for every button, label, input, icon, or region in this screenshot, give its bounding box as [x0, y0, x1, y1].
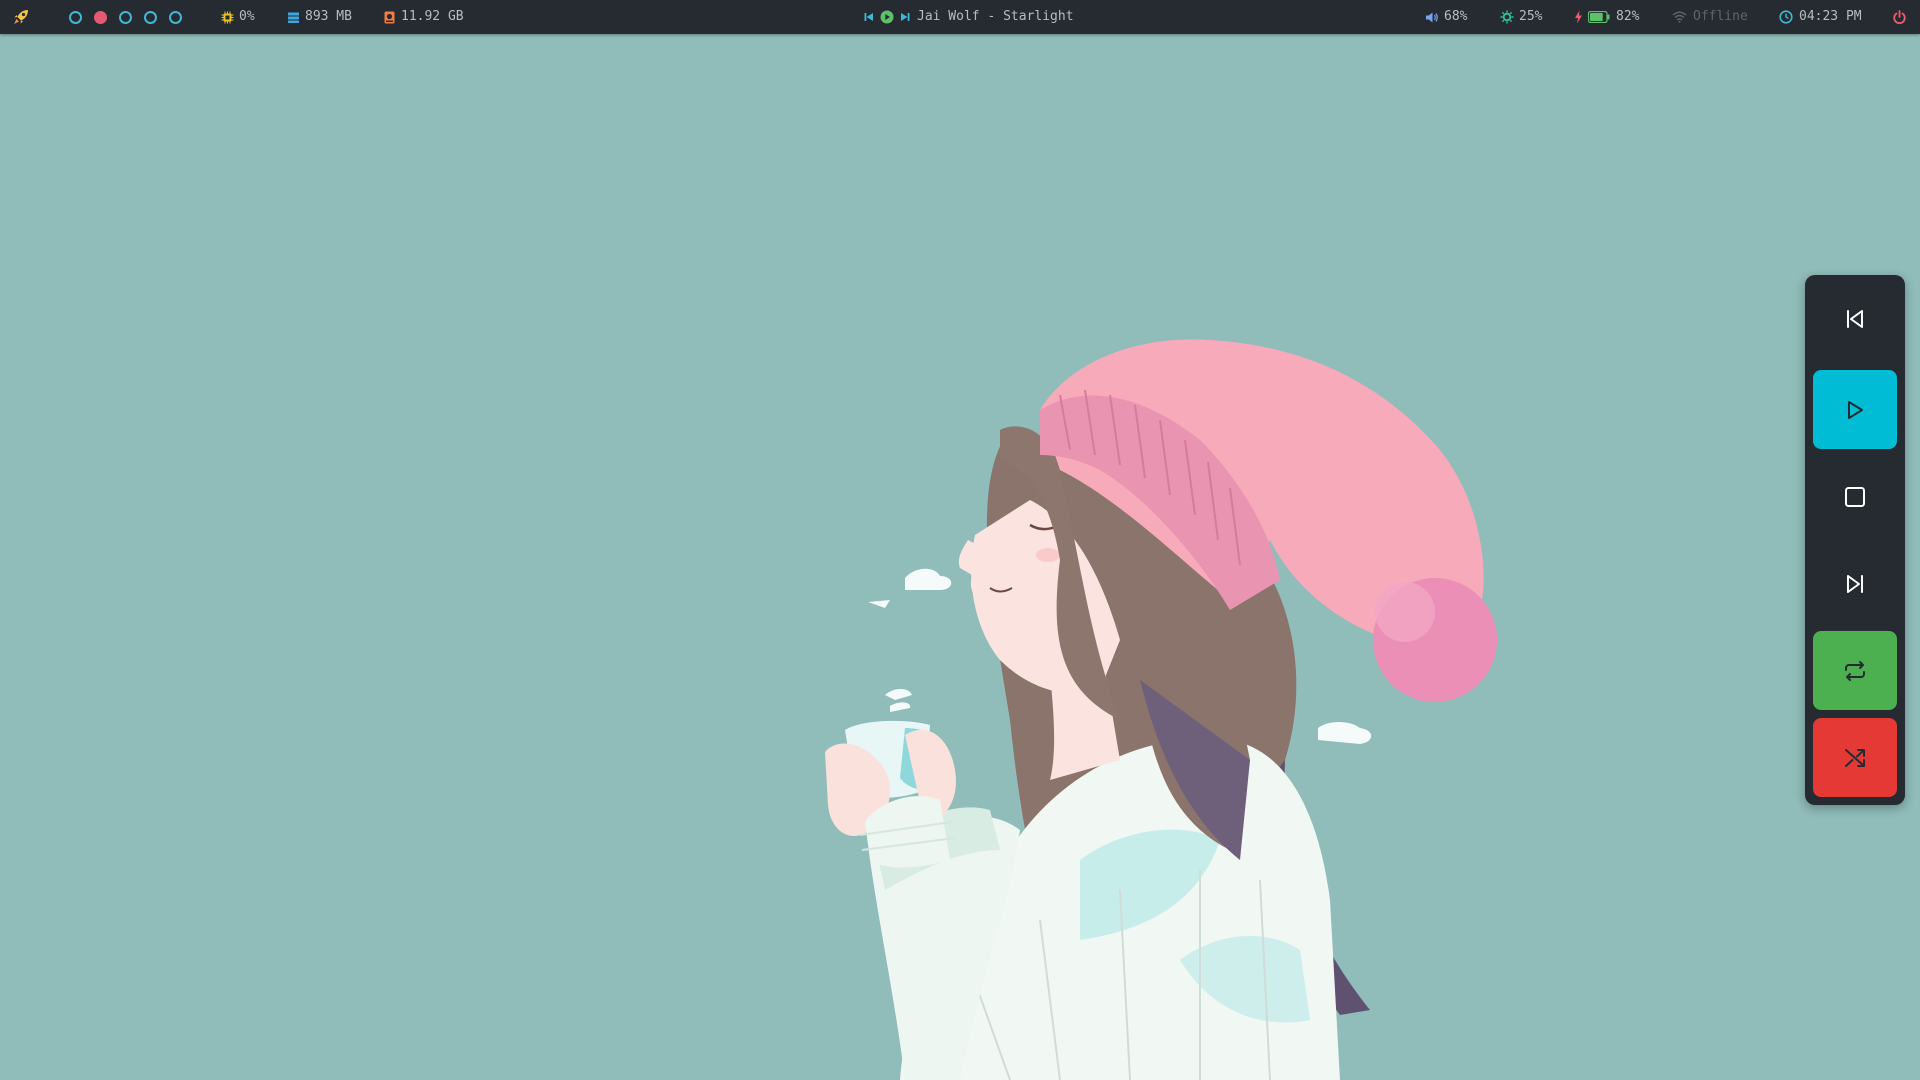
skip-next-icon — [1844, 573, 1866, 595]
workspace-3[interactable] — [119, 10, 132, 24]
play-button[interactable] — [1813, 370, 1897, 449]
rocket-icon — [12, 8, 30, 26]
power-button[interactable] — [1892, 0, 1907, 34]
network-module[interactable]: Offline — [1672, 0, 1748, 34]
previous-button[interactable] — [1813, 279, 1897, 358]
volume-value: 68% — [1444, 9, 1468, 24]
repeat-button[interactable] — [1813, 631, 1897, 710]
memory-icon — [287, 11, 300, 24]
skip-previous-icon — [1844, 308, 1866, 330]
clock-time: 04:23 PM — [1799, 9, 1862, 24]
disk-module[interactable]: 11.92 GB — [383, 0, 464, 34]
cpu-icon — [221, 11, 234, 24]
track-title[interactable]: Jai Wolf - Starlight — [917, 0, 1074, 34]
top-bar: 0% 893 MB 11.92 GB Jai Wolf - Starlight … — [0, 0, 1920, 34]
workspace-4[interactable] — [144, 10, 157, 24]
battery-icon — [1588, 11, 1610, 23]
battery-module[interactable]: 82% — [1574, 0, 1639, 34]
brightness-value: 25% — [1519, 9, 1543, 24]
previous-icon[interactable] — [864, 12, 874, 22]
brightness-icon — [1500, 10, 1514, 24]
clock-icon — [1779, 10, 1793, 24]
shuffle-icon — [1843, 746, 1867, 770]
workspace-1[interactable] — [69, 10, 82, 24]
stop-icon — [1844, 486, 1866, 508]
repeat-icon — [1843, 659, 1867, 683]
brightness-module[interactable]: 25% — [1500, 0, 1542, 34]
launcher-button[interactable] — [12, 0, 30, 34]
wifi-icon — [1672, 11, 1687, 23]
memory-module[interactable]: 893 MB — [287, 0, 352, 34]
disk-value: 11.92 GB — [401, 9, 464, 24]
workspace-5[interactable] — [169, 10, 182, 24]
charging-icon — [1574, 10, 1583, 24]
volume-icon — [1425, 11, 1439, 24]
play-icon[interactable] — [880, 10, 894, 24]
network-status: Offline — [1693, 9, 1748, 24]
cpu-module[interactable]: 0% — [221, 0, 255, 34]
next-icon[interactable] — [900, 12, 910, 22]
volume-module[interactable]: 68% — [1425, 0, 1467, 34]
wallpaper-illustration — [825, 339, 1497, 1080]
workspace-switcher — [69, 0, 182, 34]
next-button[interactable] — [1813, 544, 1897, 623]
power-icon — [1892, 9, 1907, 25]
clock-module[interactable]: 04:23 PM — [1779, 0, 1862, 34]
mpd-module: Jai Wolf - Starlight — [864, 0, 1074, 34]
memory-value: 893 MB — [305, 9, 352, 24]
shuffle-button[interactable] — [1813, 718, 1897, 797]
battery-value: 82% — [1616, 9, 1640, 24]
disk-icon — [383, 11, 396, 24]
stop-button[interactable] — [1813, 457, 1897, 536]
workspace-2[interactable] — [94, 10, 107, 24]
play-icon — [1844, 399, 1866, 421]
media-control-panel — [1805, 275, 1905, 805]
cpu-value: 0% — [239, 9, 255, 24]
